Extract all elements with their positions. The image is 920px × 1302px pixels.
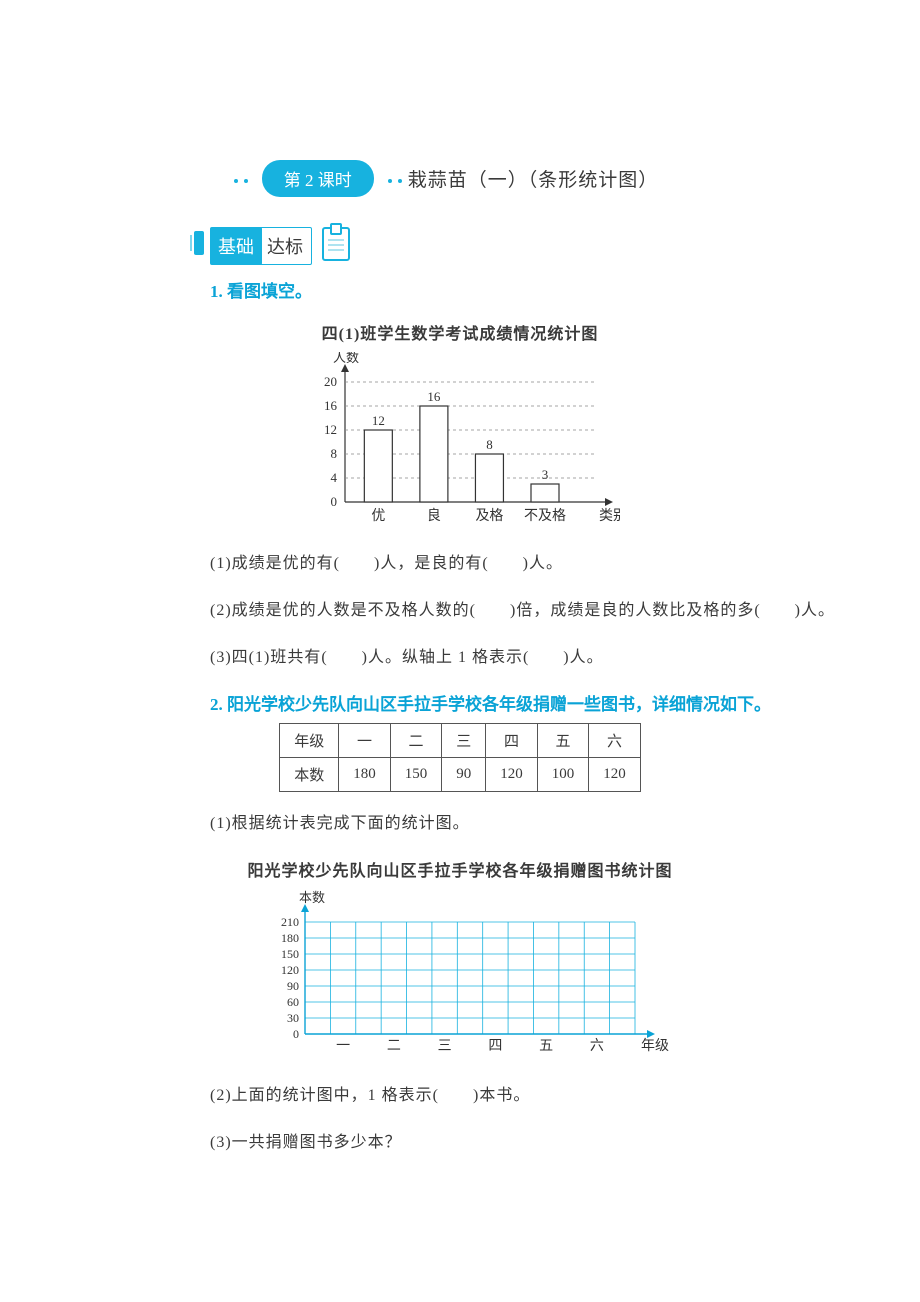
- lesson-header: 第 2 课时 栽蒜苗（一）（条形统计图）: [60, 160, 860, 197]
- svg-text:12: 12: [372, 413, 385, 428]
- table-header-cell: 六: [589, 724, 641, 758]
- section-badge-row: 基础达标: [210, 227, 860, 265]
- clipboard-icon: [322, 227, 350, 261]
- svg-text:良: 良: [427, 508, 441, 524]
- svg-text:16: 16: [324, 398, 338, 413]
- q1-chart-title: 四(1)班学生数学考试成绩情况统计图: [60, 320, 860, 344]
- svg-text:4: 4: [331, 470, 338, 485]
- svg-text:20: 20: [324, 374, 337, 389]
- svg-text:优: 优: [371, 508, 385, 524]
- svg-text:及格: 及格: [475, 508, 503, 524]
- svg-text:人数: 人数: [333, 352, 359, 365]
- q1-sub2: (2)成绩是优的人数是不及格人数的( )倍，成绩是良的人数比及格的多( )人。: [210, 597, 860, 626]
- table-value-cell: 100: [537, 758, 589, 792]
- svg-text:90: 90: [287, 979, 299, 993]
- q2-sub1: (1)根据统计表完成下面的统计图。: [210, 810, 860, 839]
- svg-text:一: 一: [336, 1039, 350, 1054]
- svg-text:四: 四: [488, 1039, 502, 1054]
- table-header-cell: 四: [486, 724, 538, 758]
- svg-text:8: 8: [331, 446, 338, 461]
- svg-text:类别: 类别: [599, 508, 620, 524]
- table-value-cell: 180: [339, 758, 391, 792]
- table-header-cell: 三: [442, 724, 486, 758]
- table-header-cell: 五: [537, 724, 589, 758]
- svg-text:30: 30: [287, 1011, 299, 1025]
- table-value-cell: 90: [442, 758, 486, 792]
- q2-chart-title: 阳光学校少先队向山区手拉手学校各年级捐赠图书统计图: [60, 857, 860, 881]
- svg-text:年级: 年级: [641, 1038, 669, 1054]
- table-value-cell: 150: [390, 758, 442, 792]
- table-header-label: 年级: [280, 724, 339, 758]
- q2-data-table: 年级一二三四五六 本数18015090120100120: [279, 723, 641, 792]
- table-value-cell: 120: [486, 758, 538, 792]
- table-row-label: 本数: [280, 758, 339, 792]
- svg-text:二: 二: [387, 1039, 401, 1054]
- svg-text:8: 8: [486, 437, 493, 452]
- svg-text:3: 3: [542, 467, 549, 482]
- svg-text:三: 三: [438, 1039, 452, 1054]
- q1-bar-chart: 0 4 8 12 16 20 人数 12 优 16 良 8 及格 3 不及格 类别: [300, 352, 620, 532]
- lesson-title: 栽蒜苗（一）（条形统计图）: [408, 170, 659, 191]
- q1-sub3: (3)四(1)班共有( )人。纵轴上 1 格表示( )人。: [210, 644, 860, 673]
- svg-text:210: 210: [281, 915, 299, 929]
- badge-jichu: 基础: [210, 227, 262, 265]
- svg-text:五: 五: [539, 1039, 553, 1054]
- svg-text:60: 60: [287, 995, 299, 1009]
- svg-text:16: 16: [427, 389, 441, 404]
- svg-text:180: 180: [281, 931, 299, 945]
- q1-sub1: (1)成绩是优的有( )人，是良的有( )人。: [210, 550, 860, 579]
- q1-heading: 1. 看图填空。: [210, 277, 860, 302]
- svg-text:150: 150: [281, 947, 299, 961]
- q2-sub3: (3)一共捐赠图书多少本？: [210, 1129, 860, 1158]
- lesson-pill: 第 2 课时: [262, 160, 374, 197]
- table-value-cell: 120: [589, 758, 641, 792]
- q2-heading: 2. 阳光学校少先队向山区手拉手学校各年级捐赠一些图书，详细情况如下。: [210, 690, 860, 715]
- svg-text:六: 六: [590, 1038, 604, 1054]
- q2-sub2: (2)上面的统计图中，1 格表示( )本书。: [210, 1082, 860, 1111]
- svg-text:不及格: 不及格: [524, 508, 566, 524]
- badge-dabiao: 达标: [258, 227, 312, 265]
- table-header-cell: 一: [339, 724, 391, 758]
- svg-text:0: 0: [331, 494, 338, 509]
- q2-grid-chart: 0 30 60 90 120 150 180 210本数一 二 三 四 五 六 年级: [250, 889, 670, 1059]
- svg-text:12: 12: [324, 422, 337, 437]
- svg-text:本数: 本数: [299, 890, 325, 905]
- table-header-cell: 二: [390, 724, 442, 758]
- svg-text:0: 0: [293, 1027, 299, 1041]
- svg-text:120: 120: [281, 963, 299, 977]
